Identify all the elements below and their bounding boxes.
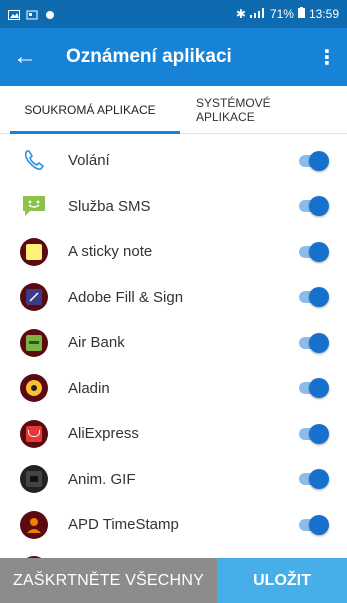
- bug-notification-icon: [44, 9, 56, 19]
- notification-toggle[interactable]: [299, 469, 329, 490]
- list-item[interactable]: Anim. GIF: [0, 457, 347, 503]
- select-all-button[interactable]: ZAŠKRTNĚTE VŠECHNY: [0, 558, 217, 603]
- notification-toggle[interactable]: [299, 196, 329, 217]
- save-button[interactable]: ULOŽIT: [217, 558, 347, 603]
- notification-toggle[interactable]: [299, 423, 329, 444]
- signal-icon: [249, 7, 266, 21]
- tab-private-apps[interactable]: SOUKROMÁ APLIKACE: [0, 86, 180, 134]
- tab-bar: SOUKROMÁ APLIKACE SYSTÉMOVÉ APLIKACE: [0, 86, 347, 134]
- tab-private-apps-label: SOUKROMÁ APLIKACE: [24, 102, 156, 117]
- list-item[interactable]: AliExpress: [0, 411, 347, 457]
- page-title: Oznámení aplikaci: [66, 46, 232, 67]
- sms-icon: [20, 192, 48, 220]
- app-name: Volání: [68, 152, 110, 170]
- app-name: Adobe Fill & Sign: [68, 288, 184, 306]
- screenshot-notification-icon: [26, 9, 38, 20]
- status-bar: ✱ 71% 13:59: [0, 0, 347, 28]
- bottom-action-bar: ZAŠKRTNĚTE VŠECHNY ULOŽIT: [0, 558, 347, 603]
- sticky-note-icon: [20, 237, 48, 266]
- app-name: Air Bank: [68, 334, 125, 352]
- tab-system-apps[interactable]: SYSTÉMOVÉ APLIKACE: [180, 86, 347, 133]
- list-item[interactable]: Aladin: [0, 366, 347, 412]
- anim-gif-icon: [20, 465, 48, 494]
- air-bank-icon: [20, 328, 48, 357]
- notification-toggle[interactable]: [299, 241, 329, 262]
- notification-toggle[interactable]: [299, 287, 329, 308]
- notification-toggle[interactable]: [299, 150, 329, 171]
- aladin-icon: [20, 374, 48, 403]
- battery-percent: 71%: [269, 7, 294, 21]
- tab-system-apps-label: SYSTÉMOVÉ APLIKACE: [196, 95, 271, 124]
- notification-toggle[interactable]: [299, 332, 329, 353]
- clock: 13:59: [308, 7, 339, 21]
- aliexpress-icon: [20, 419, 48, 448]
- list-item-partial[interactable]: [0, 548, 347, 558]
- notification-toggle[interactable]: [299, 378, 329, 399]
- list-item[interactable]: APD TimeStamp: [0, 502, 347, 548]
- more-vertical-icon: ⋮: [317, 46, 337, 69]
- list-item[interactable]: Volání: [0, 138, 347, 184]
- app-name: AliExpress: [68, 425, 139, 443]
- app-list: Volání Služba SMS A sticky note Adobe Fi…: [0, 138, 347, 558]
- notification-toggle[interactable]: [299, 514, 329, 535]
- adobe-fill-sign-icon: [20, 283, 48, 312]
- battery-icon: [297, 7, 305, 21]
- apd-timestamp-icon: [20, 510, 48, 539]
- bluetooth-icon: ✱: [235, 7, 246, 21]
- list-item[interactable]: Air Bank: [0, 320, 347, 366]
- app-name: Aladin: [68, 379, 110, 397]
- app-name: APD TimeStamp: [68, 516, 179, 534]
- back-button[interactable]: ←: [0, 28, 50, 86]
- list-item[interactable]: A sticky note: [0, 229, 347, 275]
- back-arrow-icon: ←: [13, 43, 37, 70]
- app-name: Služba SMS: [68, 197, 151, 215]
- list-item[interactable]: Služba SMS: [0, 184, 347, 230]
- more-options-button[interactable]: ⋮: [307, 28, 347, 86]
- phone-icon: [20, 147, 48, 175]
- list-item[interactable]: Adobe Fill & Sign: [0, 275, 347, 321]
- image-notification-icon: [8, 9, 20, 20]
- app-bar: ← Oznámení aplikaci ⋮: [0, 28, 347, 86]
- app-name: Anim. GIF: [68, 470, 136, 488]
- app-name: A sticky note: [68, 243, 153, 261]
